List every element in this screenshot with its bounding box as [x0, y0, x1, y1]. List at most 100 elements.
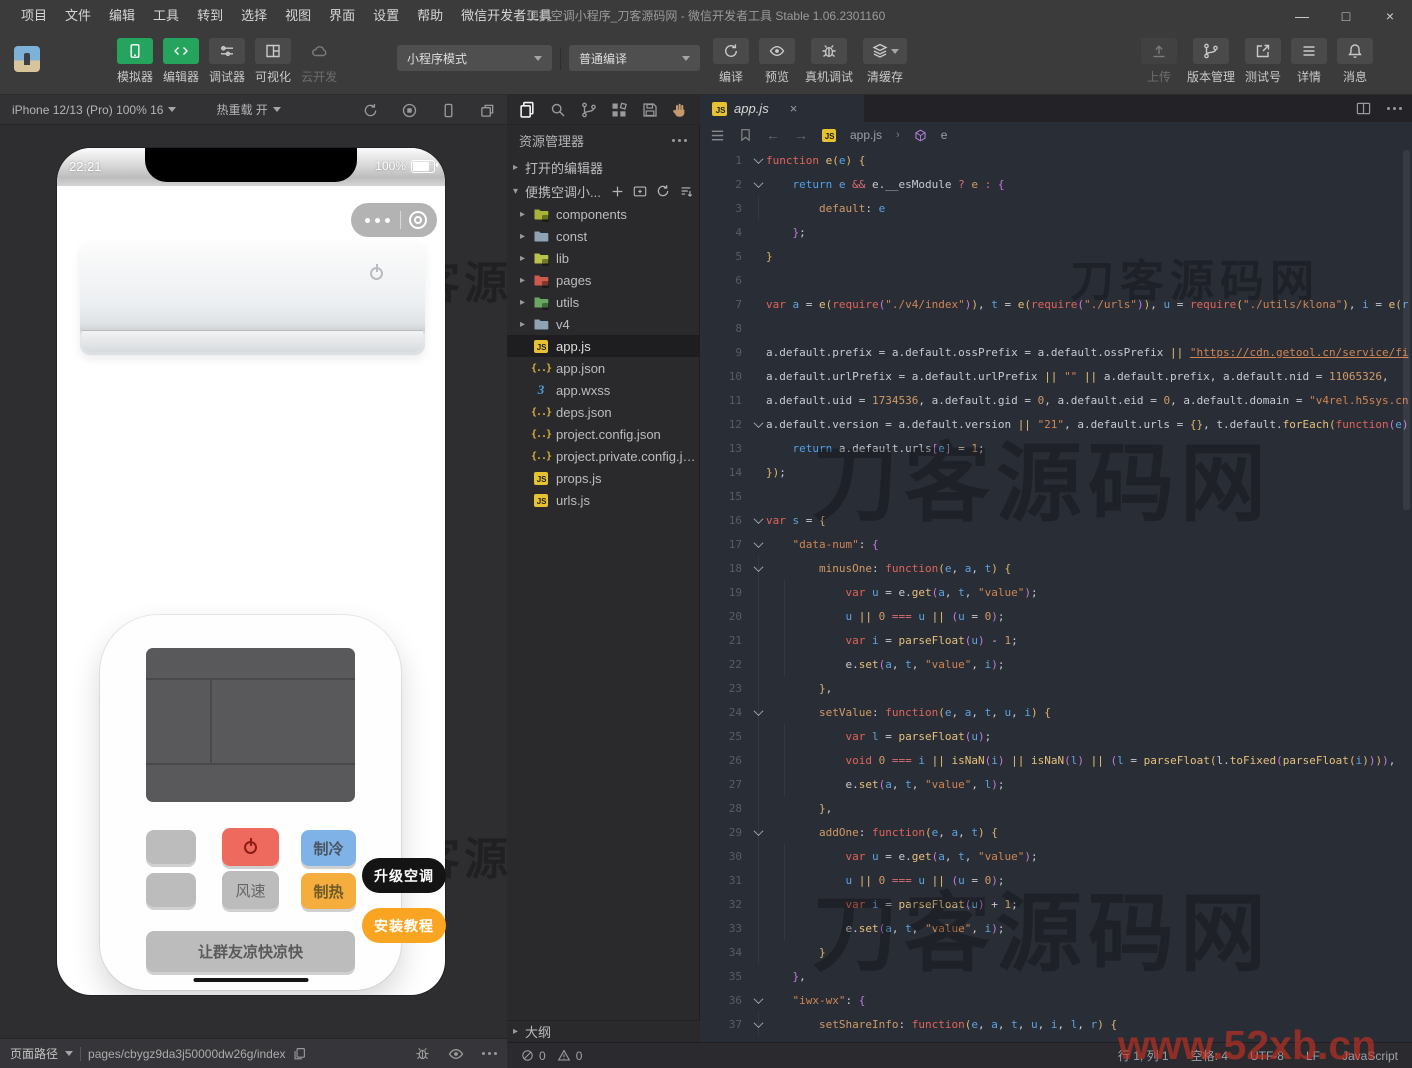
file-tree-item-app.json[interactable]: {..}app.json: [507, 357, 699, 379]
code-line[interactable]: 25 var l = parseFloat(u);: [700, 724, 1412, 748]
forward-icon[interactable]: →: [794, 127, 808, 143]
breadcrumb-symbol[interactable]: e: [941, 128, 948, 142]
minimize-button[interactable]: —: [1280, 0, 1324, 32]
remote-power-button[interactable]: [222, 828, 279, 866]
fold-chevron-icon[interactable]: [750, 1021, 766, 1028]
code-line[interactable]: 4 };: [700, 220, 1412, 244]
menu-item[interactable]: 文件: [56, 0, 100, 32]
tab-app-js[interactable]: JS app.js ×: [700, 95, 864, 122]
pages-files-icon[interactable]: [519, 101, 536, 118]
file-tree-item-deps.json[interactable]: {..}deps.json: [507, 401, 699, 423]
remote-blank-button-1[interactable]: [146, 830, 196, 864]
avatar[interactable]: [14, 46, 40, 72]
upgrade-ac-button[interactable]: 升级空调: [362, 858, 446, 893]
code-line[interactable]: 6: [700, 268, 1412, 292]
menu-item[interactable]: 项目: [12, 0, 56, 32]
rotate-icon[interactable]: [363, 103, 378, 118]
file-tree-item-v4[interactable]: ▸v4: [507, 313, 699, 335]
toolbar-code-button[interactable]: 编辑器: [163, 38, 199, 85]
more-icon[interactable]: [672, 139, 687, 142]
code-line[interactable]: 33 e.set(a, t, "value", i);: [700, 916, 1412, 940]
file-tree-item-utils[interactable]: ▸utils: [507, 291, 699, 313]
menu-item[interactable]: 界面: [320, 0, 364, 32]
code-line[interactable]: 8: [700, 316, 1412, 340]
mode-dropdown[interactable]: 小程序模式: [397, 45, 552, 71]
code-line[interactable]: 7var a = e(require("./v4/index")), t = e…: [700, 292, 1412, 316]
multi-window-icon[interactable]: [480, 103, 495, 118]
close-button[interactable]: ×: [1368, 0, 1412, 32]
code-line[interactable]: 14});: [700, 460, 1412, 484]
more-icon[interactable]: [1387, 107, 1402, 110]
menu-item[interactable]: 工具: [144, 0, 188, 32]
fold-chevron-icon[interactable]: [750, 517, 766, 524]
menu-item[interactable]: 微信开发者工具: [452, 0, 561, 32]
blocks-icon[interactable]: [611, 102, 627, 118]
code-line[interactable]: 1function e(e) {: [700, 148, 1412, 172]
search-icon[interactable]: [550, 102, 566, 118]
code-line[interactable]: 32 var i = parseFloat(u) + 1;: [700, 892, 1412, 916]
code-line[interactable]: 18 minusOne: function(e, a, t) {: [700, 556, 1412, 580]
code-line[interactable]: 19 var u = e.get(a, t, "value");: [700, 580, 1412, 604]
file-tree-item-project.config.json[interactable]: {..}project.config.json: [507, 423, 699, 445]
outline-section[interactable]: ▸ 大纲: [507, 1020, 700, 1042]
open-editors-section[interactable]: ▸ 打开的编辑器: [507, 155, 699, 179]
file-tree-item-project.private.config.js...[interactable]: {..}project.private.config.js...: [507, 445, 699, 467]
cursor-position[interactable]: 行 1, 列 1: [1118, 1047, 1169, 1064]
toolbar-action-list[interactable]: 详情: [1291, 38, 1327, 85]
fold-chevron-icon[interactable]: [750, 421, 766, 428]
code-line[interactable]: 16var s = {: [700, 508, 1412, 532]
file-tree-item-app.wxss[interactable]: 3app.wxss: [507, 379, 699, 401]
maximize-button[interactable]: □: [1324, 0, 1368, 32]
code-line[interactable]: 11a.default.uid = 1734536, a.default.gid…: [700, 388, 1412, 412]
indent-setting[interactable]: 空格: 4: [1191, 1047, 1228, 1064]
remote-heat-button[interactable]: 制热: [301, 873, 356, 909]
toolbar-action-bell[interactable]: 消息: [1337, 38, 1373, 85]
save-icon[interactable]: [642, 102, 658, 118]
new-folder-icon[interactable]: [633, 184, 647, 198]
code-line[interactable]: 24 setValue: function(e, a, t, u, i) {: [700, 700, 1412, 724]
menu-item[interactable]: 选择: [232, 0, 276, 32]
record-icon[interactable]: [402, 103, 417, 118]
install-tutorial-button[interactable]: 安装教程: [362, 908, 446, 943]
collapse-all-icon[interactable]: [679, 184, 693, 198]
code-line[interactable]: 28 },: [700, 796, 1412, 820]
menu-item[interactable]: 设置: [364, 0, 408, 32]
fold-chevron-icon[interactable]: [750, 157, 766, 164]
remote-fan-button[interactable]: 风速: [222, 871, 279, 909]
menu-item[interactable]: 帮助: [408, 0, 452, 32]
toolbar-phone-button[interactable]: 模拟器: [117, 38, 153, 85]
bookmark-icon[interactable]: [739, 128, 752, 142]
phone-frame-icon[interactable]: [441, 103, 456, 118]
hot-reload-toggle[interactable]: 热重载 开: [216, 101, 280, 118]
code-line[interactable]: 13 return a.default.urls[e] = 1;: [700, 436, 1412, 460]
code-line[interactable]: 23 },: [700, 676, 1412, 700]
file-tree-item-app.js[interactable]: JSapp.js: [507, 335, 699, 357]
problems-indicator[interactable]: 0 0: [521, 1049, 582, 1063]
fold-chevron-icon[interactable]: [750, 181, 766, 188]
page-path-label[interactable]: 页面路径: [10, 1045, 58, 1062]
code-line[interactable]: 27 e.set(a, t, "value", l);: [700, 772, 1412, 796]
eol[interactable]: LF: [1306, 1049, 1320, 1063]
fold-chevron-icon[interactable]: [750, 565, 766, 572]
toolbar-action-external[interactable]: 测试号: [1245, 38, 1281, 85]
code-line[interactable]: 30 var u = e.get(a, t, "value");: [700, 844, 1412, 868]
project-section[interactable]: ▾ 便携空调小...: [507, 179, 699, 203]
code-line[interactable]: 36 "iwx-wx": {: [700, 988, 1412, 1012]
fold-chevron-icon[interactable]: [750, 829, 766, 836]
code-line[interactable]: 34 }: [700, 940, 1412, 964]
menu-item[interactable]: 编辑: [100, 0, 144, 32]
code-area[interactable]: 1function e(e) {2 return e && e.__esModu…: [700, 148, 1412, 1042]
menu-item[interactable]: 转到: [188, 0, 232, 32]
toolbar-action-refresh[interactable]: 编译: [713, 38, 749, 85]
file-tree-item-props.js[interactable]: JSprops.js: [507, 467, 699, 489]
remote-blank-button-2[interactable]: [146, 873, 196, 907]
miniprogram-capsule[interactable]: [351, 203, 437, 237]
toolbar-action-branch[interactable]: 版本管理: [1187, 38, 1235, 85]
eye-icon[interactable]: [448, 1046, 464, 1062]
refresh-icon[interactable]: [656, 184, 670, 198]
toolbar-layout-button[interactable]: 可视化: [255, 38, 291, 85]
compile-dropdown[interactable]: 普通编译: [569, 45, 700, 71]
code-line[interactable]: 9a.default.prefix = a.default.ossPrefix …: [700, 340, 1412, 364]
file-tree-item-lib[interactable]: ▸lib: [507, 247, 699, 269]
split-editor-icon[interactable]: [1356, 101, 1371, 116]
